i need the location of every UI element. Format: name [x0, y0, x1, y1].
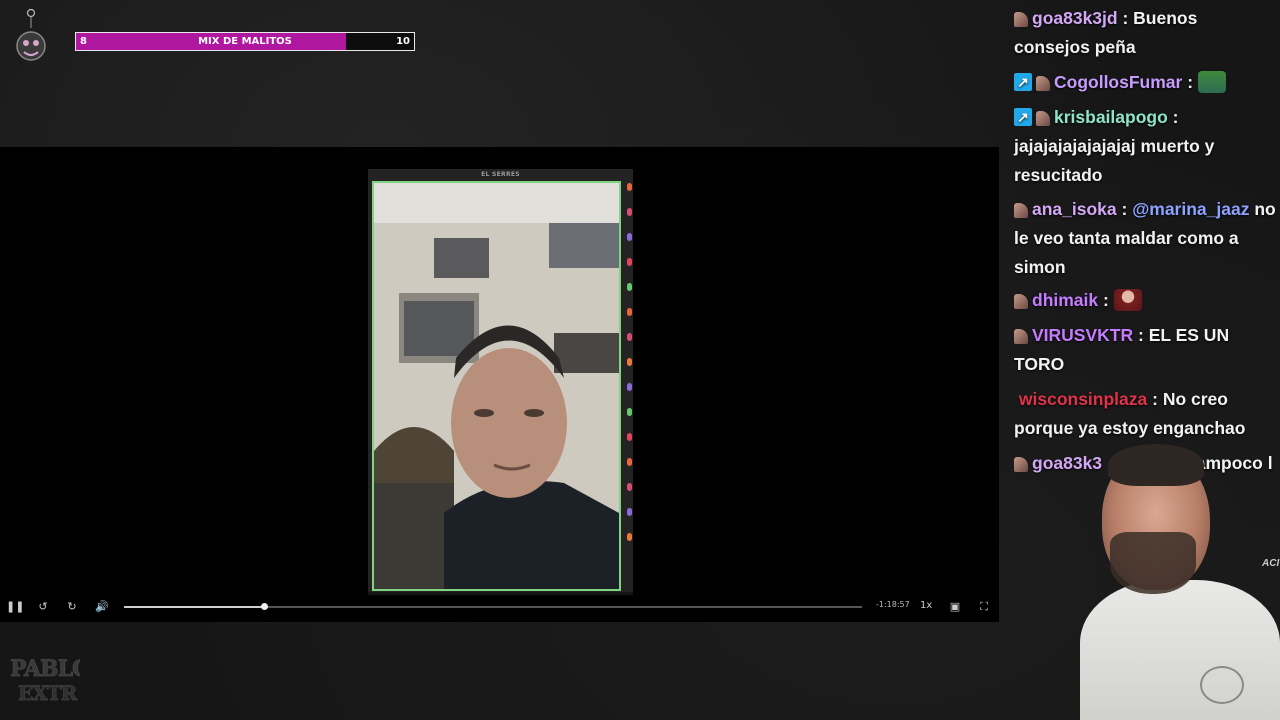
- video-content: [372, 181, 621, 591]
- channel-logo: PABLO EXTR: [6, 650, 93, 708]
- seek-bar[interactable]: [124, 603, 862, 610]
- sub-badge-icon: [1014, 108, 1032, 126]
- hand-badge-icon: [1036, 76, 1050, 91]
- player-controls: ❚❚ ↺ ↻ 🔊 -1:18:57 1x ▣ ⛶: [0, 592, 999, 622]
- chat-username[interactable]: krisbailapogo: [1054, 107, 1168, 127]
- pause-icon[interactable]: ❚❚: [6, 599, 24, 615]
- skull-emblem-icon: [16, 8, 46, 61]
- chat-text: jajajajajajajajaj muerto y resucitado: [1014, 136, 1215, 185]
- hand-badge-icon: [1014, 329, 1028, 344]
- chat-message: wisconsinplaza : No creo porque ya estoy…: [1014, 389, 1246, 438]
- svg-text:EXTR: EXTR: [18, 681, 78, 705]
- chat-message: VIRUSVKTR : EL ES UN TORO: [1014, 325, 1230, 374]
- hand-badge-icon: [1014, 12, 1028, 27]
- video-side-dots: [627, 183, 633, 583]
- hand-badge-icon: [1036, 111, 1050, 126]
- time-remaining: -1:18:57: [876, 600, 910, 609]
- webcam-feed: ACI: [1080, 440, 1280, 720]
- chat-mention[interactable]: @marina_jaaz: [1132, 199, 1249, 219]
- chat-username[interactable]: wisconsinplaza: [1019, 389, 1147, 409]
- frog-emote-icon: [1197, 71, 1226, 93]
- playback-speed-button[interactable]: 1x: [920, 600, 932, 611]
- goal-title: MIX DE MALITOS: [198, 36, 292, 47]
- pip-icon[interactable]: ▣: [947, 599, 963, 615]
- chat-message: CogollosFumar :: [1014, 68, 1276, 97]
- fullscreen-icon[interactable]: ⛶: [976, 599, 992, 615]
- video-overlay-label: EL SERRES: [481, 171, 520, 178]
- video-player[interactable]: EL SERRES ❚❚ ↺ ↻ 🔊 -1:18:57 1x ▣ ⛶: [0, 147, 999, 622]
- streamer-beard: [1110, 532, 1196, 594]
- shirt-print-icon: [1200, 666, 1244, 704]
- chair-logo-text: ACI: [1262, 558, 1280, 569]
- person-emote-icon: [1113, 289, 1142, 311]
- chat-message: ana_isoka : @marina_jaaz no le veo tanta…: [1014, 199, 1276, 277]
- goal-progress-bar: 8 MIX DE MALITOS 10: [75, 32, 415, 51]
- chat-username[interactable]: CogollosFumar: [1054, 72, 1182, 92]
- rewind-icon[interactable]: ↺: [35, 599, 51, 615]
- sub-badge-icon: [1014, 73, 1032, 91]
- chat-message: dhimaik :: [1014, 286, 1276, 315]
- seek-bar-handle[interactable]: [261, 603, 269, 610]
- goal-target: 10: [396, 36, 410, 47]
- forward-icon[interactable]: ↻: [64, 599, 80, 615]
- chat-message: goa83k3jd : Buenos consejos peña: [1014, 8, 1198, 57]
- streamer-hair: [1108, 444, 1204, 486]
- channel-logo-graphic: PABLO EXTR: [10, 656, 93, 706]
- hand-badge-icon: [1014, 203, 1028, 218]
- seek-bar-fill: [124, 606, 265, 608]
- chat-username[interactable]: dhimaik: [1032, 290, 1098, 310]
- video-frame: EL SERRES: [368, 169, 633, 595]
- hand-badge-icon: [1014, 457, 1028, 472]
- svg-text:PABLO: PABLO: [10, 656, 80, 682]
- hand-badge-icon: [1014, 294, 1028, 309]
- chat-username[interactable]: VIRUSVKTR: [1032, 325, 1133, 345]
- chat-username[interactable]: goa83k3jd: [1032, 8, 1118, 28]
- chat-username[interactable]: ana_isoka: [1032, 199, 1117, 219]
- chat-message: krisbailapogo : jajajajajajajajaj muerto…: [1014, 103, 1276, 190]
- video-scene-image: [374, 183, 619, 589]
- streamer-shirt: [1080, 580, 1280, 720]
- volume-icon[interactable]: 🔊: [94, 599, 110, 615]
